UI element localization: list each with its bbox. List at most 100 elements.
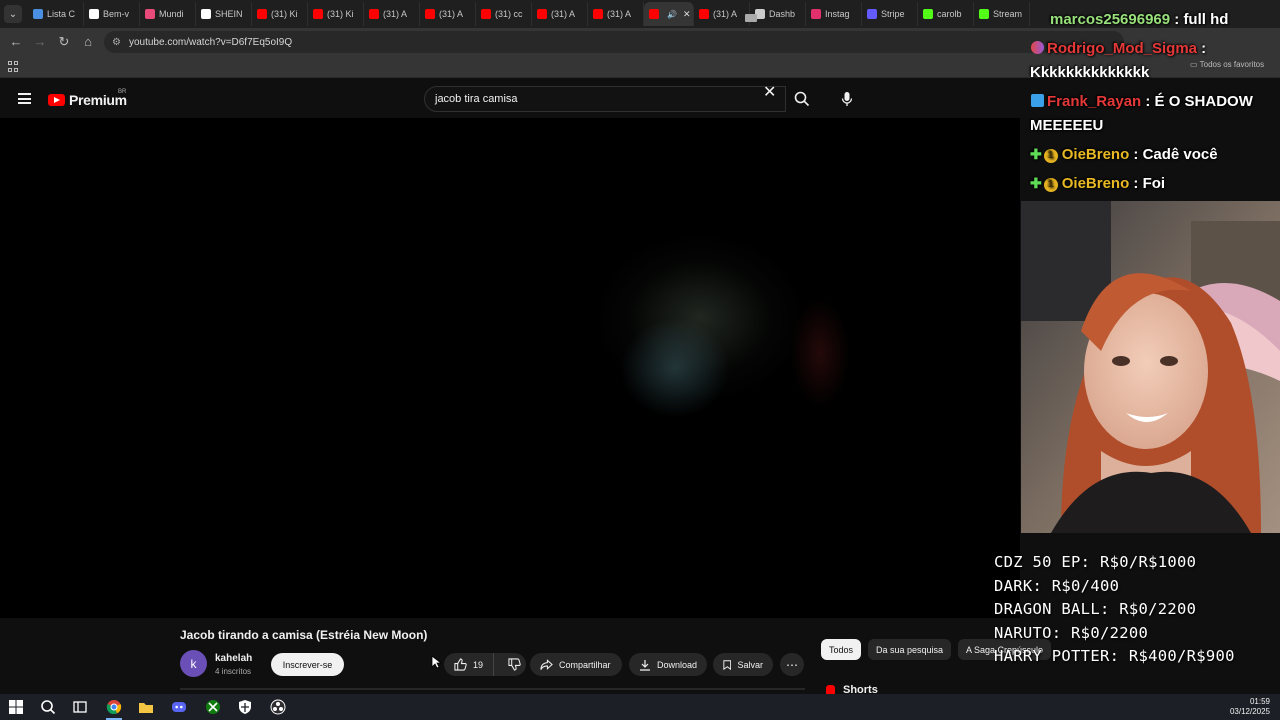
youtube-logo[interactable]: Premium <box>48 92 127 108</box>
tab-search-button[interactable]: ⌄ <box>4 5 22 23</box>
chrome-icon[interactable] <box>106 699 122 715</box>
browser-tab[interactable]: Instag <box>806 2 862 26</box>
voice-search-button[interactable] <box>834 86 860 112</box>
search-icon[interactable] <box>40 699 56 715</box>
browser-tab[interactable]: 🔊 ✕ <box>644 2 694 26</box>
video-frame-highlight <box>790 298 850 408</box>
more-actions-icon[interactable]: ⋯ <box>780 653 804 676</box>
browser-tab[interactable]: Stripe <box>862 2 918 26</box>
all-bookmarks-folder[interactable]: ▭ Todos os favoritos <box>1190 60 1264 69</box>
browser-tab[interactable]: Lista C <box>28 2 84 26</box>
download-label: Download <box>656 659 697 670</box>
system-clock[interactable]: 01:59 03/12/2025 <box>1230 697 1270 717</box>
like-dislike-group: 19 <box>444 653 526 676</box>
chip-all[interactable]: Todos <box>821 639 862 660</box>
download-button[interactable]: Download <box>629 653 707 676</box>
keyboard-icon[interactable] <box>745 14 757 22</box>
video-player[interactable] <box>0 118 1020 618</box>
address-bar[interactable]: ⚙ youtube.com/watch?v=D6f7Eq5oI9Q <box>104 31 1124 53</box>
clock-date: 03/12/2025 <box>1229 707 1270 716</box>
apps-grid-icon[interactable] <box>8 61 19 72</box>
channel-avatar[interactable]: k <box>180 650 207 677</box>
notion-icon <box>89 9 99 19</box>
subscriber-badge-icon: 1 <box>1043 178 1058 192</box>
windows-start-icon[interactable] <box>8 699 24 715</box>
youtube-icon <box>537 9 547 19</box>
tab-label: Instag <box>825 9 850 19</box>
thumbs-down-icon <box>508 658 521 671</box>
save-label: Salvar <box>737 659 763 670</box>
tab-label: (31) cc <box>495 9 523 19</box>
subscriber-count: 4 inscritos <box>215 667 252 676</box>
kick-icon <box>923 9 933 19</box>
browser-tab[interactable]: SHEIN <box>196 2 252 26</box>
chat-username: OieBreno <box>1061 146 1130 163</box>
search-input[interactable]: jacob tira camisa <box>424 86 786 112</box>
forward-button[interactable]: → <box>28 34 52 50</box>
youtube-icon <box>425 9 435 19</box>
close-tab-icon[interactable]: ✕ <box>683 9 691 20</box>
browser-tab[interactable]: Bem-v <box>84 2 140 26</box>
chat-text: : full hd <box>1170 11 1229 28</box>
browser-tab[interactable]: Dashb <box>750 2 806 26</box>
browser-tab[interactable]: (31) A <box>588 2 644 26</box>
chip-from-search[interactable]: Da sua pesquisa <box>868 639 952 660</box>
browser-tab[interactable]: (31) Ki <box>308 2 364 26</box>
tab-label: (31) Ki <box>327 9 354 19</box>
subscribe-button[interactable]: Inscrever-se <box>271 653 344 676</box>
tab-label: (31) A <box>713 9 738 19</box>
stripe-icon <box>867 9 877 19</box>
menu-icon[interactable] <box>18 93 31 104</box>
home-button[interactable]: ⌂ <box>76 34 100 50</box>
obs-icon[interactable] <box>270 699 286 715</box>
country-code: BR <box>118 89 127 95</box>
discord-icon[interactable] <box>171 699 187 715</box>
browser-tab[interactable]: (31) A <box>420 2 476 26</box>
audio-playing-icon[interactable]: 🔊 <box>667 10 677 19</box>
tab-label: (31) A <box>439 9 464 19</box>
shield-icon[interactable] <box>237 699 253 715</box>
goal-item: DRAGON BALL: R$0/2200 <box>994 600 1197 618</box>
subscriber-badge-icon: 1 <box>1043 149 1058 163</box>
back-button[interactable]: ← <box>4 34 28 50</box>
browser-tab[interactable]: Mundi <box>140 2 196 26</box>
save-button[interactable]: Salvar <box>713 653 773 676</box>
browser-tab[interactable]: (31) cc <box>476 2 532 26</box>
youtube-icon <box>369 9 379 19</box>
like-button[interactable]: 19 <box>444 653 495 676</box>
chat-badge-icon <box>1031 41 1044 54</box>
browser-tab[interactable]: (31) A <box>364 2 420 26</box>
task-view-icon[interactable] <box>72 699 88 715</box>
channel-name[interactable]: kahelah <box>215 653 252 664</box>
chat-message-continued: MEEEEEU <box>1030 117 1104 134</box>
all-bookmarks-label: Todos os favoritos <box>1199 60 1265 69</box>
clear-search-icon[interactable]: ✕ <box>763 82 776 102</box>
tab-label: SHEIN <box>215 9 243 19</box>
chat-username: Frank_Rayan <box>1047 93 1142 110</box>
download-icon <box>639 659 650 671</box>
dislike-button[interactable] <box>500 658 529 671</box>
browser-tab[interactable]: (31) A <box>532 2 588 26</box>
share-label: Compartilhar <box>559 659 611 670</box>
xbox-icon[interactable] <box>205 699 221 715</box>
search-button[interactable] <box>786 86 818 112</box>
file-explorer-icon[interactable] <box>138 699 154 715</box>
streamer-webcam <box>1021 201 1280 533</box>
donation-goals: CDZ 50 EP: R$0/R$1000 DARK: R$0/400 DRAG… <box>994 551 1235 669</box>
tab-label: carolb <box>937 9 962 19</box>
browser-tab[interactable]: Stream <box>974 2 1030 26</box>
url-text: youtube.com/watch?v=D6f7Eq5oI9Q <box>128 36 293 48</box>
video-frame-highlight <box>620 318 730 418</box>
goal-item: HARRY POTTER: R$400/R$900 <box>994 647 1235 665</box>
share-button[interactable]: Compartilhar <box>530 653 622 676</box>
chat-text: : <box>1197 40 1207 57</box>
youtube-play-icon <box>48 94 65 106</box>
site-info-icon[interactable]: ⚙ <box>112 37 121 48</box>
chat-text: : Cadê você <box>1129 146 1218 163</box>
browser-tab[interactable]: (31) A <box>694 2 750 26</box>
reload-button[interactable]: ↻ <box>52 34 76 50</box>
youtube-icon <box>257 9 267 19</box>
browser-tab[interactable]: (31) Ki <box>252 2 308 26</box>
browser-tab[interactable]: carolb <box>918 2 974 26</box>
youtube-icon <box>593 9 603 19</box>
